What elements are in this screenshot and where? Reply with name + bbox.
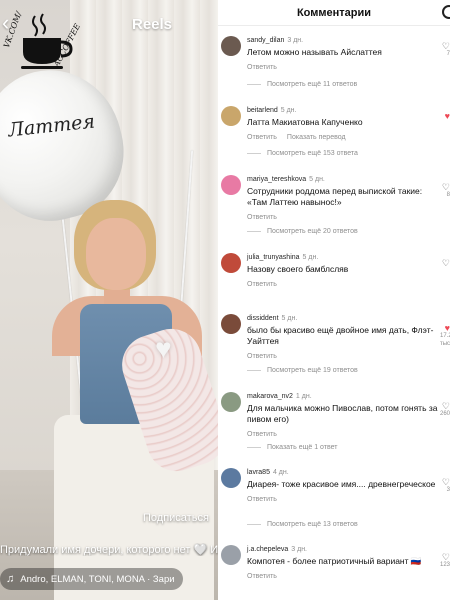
comment-time: 1 дн. <box>295 393 312 400</box>
music-track-text: Andro, ELMAN, TONI, MONA · Зари <box>20 573 175 585</box>
like-column[interactable]: ♥ <box>440 111 450 121</box>
reply-button[interactable]: Ответить <box>247 214 277 221</box>
heart-icon: ♥ <box>444 111 450 121</box>
avatar[interactable] <box>221 314 241 334</box>
comment-text: было бы красиво ещё двойное имя дать, Фл… <box>247 325 434 346</box>
heart-icon: ♡ <box>441 41 450 51</box>
avatar[interactable] <box>221 106 241 126</box>
comment-time: 5 дн. <box>280 107 297 114</box>
like-column[interactable]: ♡ 260 <box>440 402 450 418</box>
like-column[interactable]: ♡ 7 <box>440 42 450 58</box>
like-column[interactable]: ♡ 3 <box>440 478 450 494</box>
music-attribution[interactable]: ♫ Andro, ELMAN, TONI, MONA · Зари <box>0 568 183 590</box>
comment-username[interactable]: mariya_tereshkova <box>247 176 306 183</box>
avatar[interactable] <box>221 36 241 56</box>
heart-icon: ♡ <box>441 401 450 411</box>
reply-button[interactable]: Ответить <box>247 64 277 71</box>
heart-icon: ♥ <box>444 323 450 333</box>
subscribe-button[interactable]: Подписаться <box>143 512 209 524</box>
heart-icon: ♡ <box>441 258 450 268</box>
view-more-replies[interactable]: Посмотреть ещё 20 ответов <box>247 227 358 236</box>
reply-button[interactable]: Ответить <box>247 134 277 141</box>
mother-with-baby <box>44 200 218 600</box>
comment-time: 5 дн. <box>281 315 298 322</box>
comment-username[interactable]: makarova_nv2 <box>247 393 293 400</box>
reply-button[interactable]: Ответить <box>247 496 277 503</box>
view-more-replies[interactable]: Посмотреть ещё 13 ответов <box>247 520 358 529</box>
avatar[interactable] <box>221 392 241 412</box>
comment-username[interactable]: sandy_dilan <box>247 37 284 44</box>
reel-top-bar: ‹ Reels <box>0 8 218 38</box>
comment-text: Для мальчика можно Пивослав, потом гонят… <box>247 403 438 424</box>
translate-button[interactable]: Показать перевод <box>287 134 346 141</box>
refresh-icon[interactable] <box>442 5 450 19</box>
comment-text: Диарея- тоже красивое имя.... древнегреч… <box>247 479 436 489</box>
music-note-icon: ♫ <box>6 573 15 585</box>
heart-emoji-sticker: ♥ <box>155 333 172 364</box>
avatar[interactable] <box>221 175 241 195</box>
comment-username[interactable]: lavra85 <box>247 469 270 476</box>
like-column[interactable]: ♡ 8 <box>440 183 450 199</box>
view-more-replies[interactable]: Посмотреть ещё 153 ответа <box>247 149 358 158</box>
reply-button[interactable]: Ответить <box>247 431 277 438</box>
comment-time: 3 дн. <box>287 37 304 44</box>
comment-text: Летом можно называть Айслаттея <box>247 47 382 57</box>
back-icon[interactable]: ‹ <box>2 12 9 34</box>
comment-username[interactable]: dissiddent <box>247 315 279 322</box>
comment-username[interactable]: j.a.chepeleva <box>247 546 288 553</box>
reply-button[interactable]: Ответить <box>247 573 277 580</box>
comments-panel: Комментарии sandy_dilan 3 дн. Летом можно… <box>218 0 450 600</box>
avatar[interactable] <box>221 545 241 565</box>
comment-text: Назову своего бамблсляв <box>247 264 349 274</box>
heart-icon: ♡ <box>441 552 450 562</box>
comments-header: Комментарии <box>218 0 450 26</box>
like-column[interactable]: ♡ 123 <box>440 553 450 569</box>
avatar[interactable] <box>221 468 241 488</box>
comment-text: Сотрудники роддома перед выпиской такие:… <box>247 186 423 207</box>
reply-button[interactable]: Ответить <box>247 353 277 360</box>
comment-time: 3 дн. <box>291 546 307 553</box>
heart-icon: ♡ <box>441 182 450 192</box>
comments-title: Комментарии <box>296 7 372 19</box>
comment-text: Латта Макиатовна Капученко <box>247 117 363 127</box>
reply-button[interactable]: Ответить <box>247 281 277 288</box>
avatar[interactable] <box>221 253 241 273</box>
comment-time: 5 дн. <box>302 254 319 261</box>
comment-time: 5 дн. <box>309 176 325 183</box>
page-title: Reels <box>132 16 173 33</box>
view-more-replies[interactable]: Показать ещё 1 ответ <box>247 443 337 452</box>
view-more-replies[interactable]: Посмотреть ещё 19 ответов <box>247 366 358 375</box>
comment-time: 4 дн. <box>272 469 289 476</box>
comment-username[interactable]: julia_trunyashina <box>247 254 300 261</box>
like-column[interactable]: ♥17.2 тыс. <box>440 324 450 348</box>
reel-video[interactable]: Латтея ♥ VK.COM/ ACCOFFEE ‹ Reels Подпис… <box>0 0 218 600</box>
heart-icon: ♡ <box>441 477 450 487</box>
comment-text: Компотея - более патриотичный вариант 🇷🇺 <box>247 556 422 566</box>
comment-username[interactable]: beitarlend <box>247 107 278 114</box>
like-column[interactable]: ♡ <box>440 258 450 268</box>
reel-caption[interactable]: Придумали имя дочери, которого нет 🤍 Им <box>0 543 218 556</box>
view-more-replies[interactable]: Посмотреть ещё 11 ответов <box>247 80 357 89</box>
